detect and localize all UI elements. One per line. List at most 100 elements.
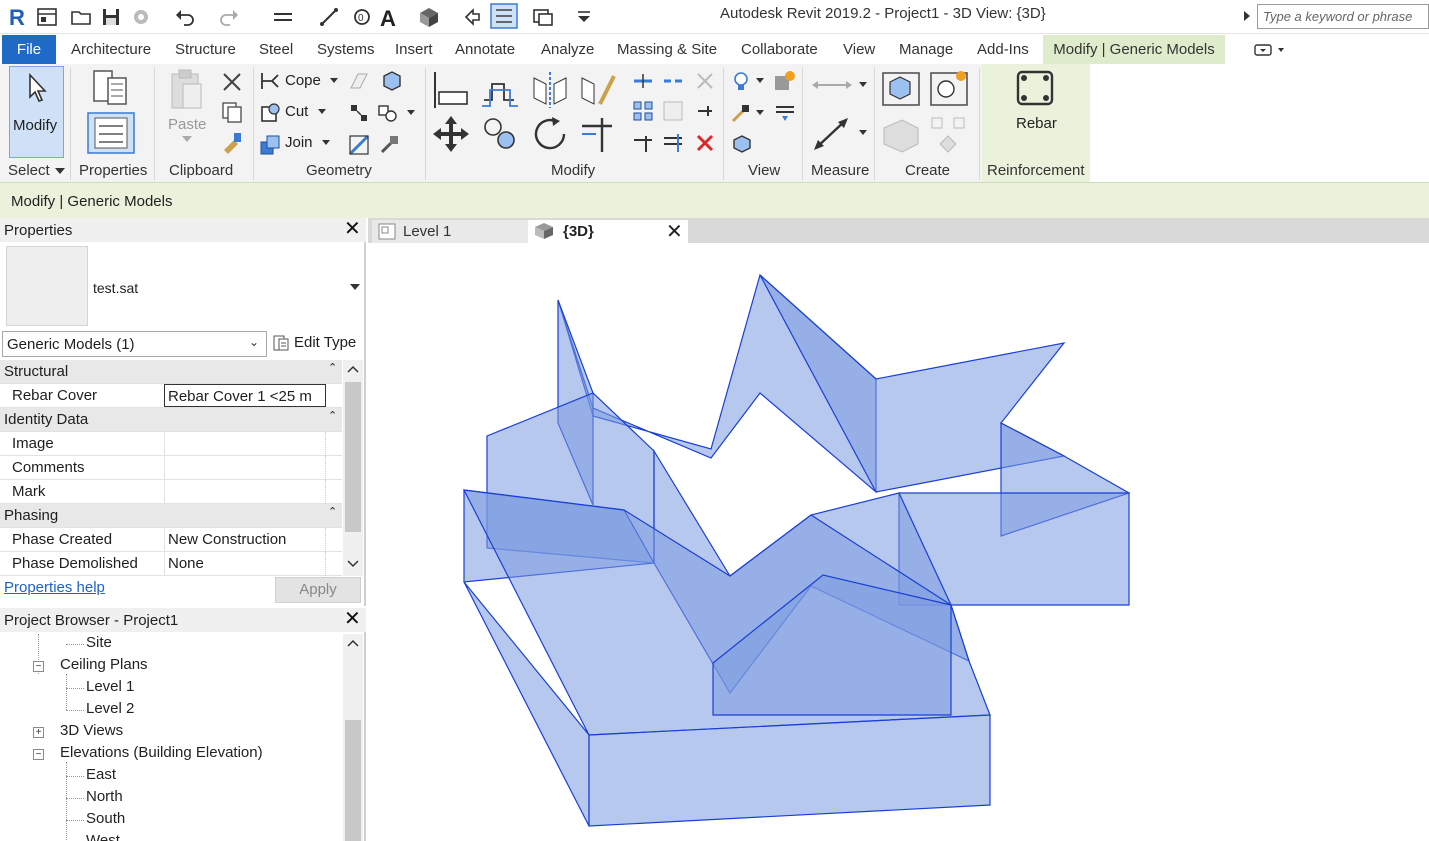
rebar-icon[interactable]: [1014, 68, 1056, 108]
tab-modify-generic-models[interactable]: Modify | Generic Models: [1043, 35, 1225, 64]
aligned-measure-dropdown-icon[interactable]: [859, 130, 867, 135]
create-parts-icon[interactable]: [928, 68, 970, 108]
text-icon[interactable]: A: [378, 6, 400, 28]
scroll-up-icon[interactable]: [347, 639, 359, 647]
override-graphics-icon[interactable]: [772, 70, 796, 94]
remove-paint-icon[interactable]: [378, 134, 400, 156]
join-icon[interactable]: [259, 134, 281, 156]
collapse-icon[interactable]: ⌃: [328, 361, 337, 374]
align-icon[interactable]: [431, 70, 471, 110]
tab-annotate[interactable]: Annotate: [455, 35, 515, 64]
move-icon[interactable]: [431, 114, 471, 154]
properties-scrollbar[interactable]: [343, 360, 363, 576]
tab-add-ins[interactable]: Add-Ins: [977, 35, 1029, 64]
trim-multiple-icon[interactable]: [662, 132, 684, 154]
properties-help-link[interactable]: Properties help: [4, 579, 105, 596]
cope-icon[interactable]: [259, 70, 281, 92]
scrollbar-thumb[interactable]: [345, 382, 361, 532]
generic-model-geometry[interactable]: [368, 243, 1429, 841]
aligned-measure-icon[interactable]: [810, 114, 854, 154]
cut-geometry-icon[interactable]: [259, 102, 281, 124]
tree-item-ceiling-level-2[interactable]: Level 2: [86, 700, 134, 717]
scroll-down-icon[interactable]: [347, 560, 359, 568]
split-with-gap-icon[interactable]: [662, 70, 684, 92]
rebar-label[interactable]: Rebar: [1016, 115, 1057, 132]
group-identity-data[interactable]: Identity Data ⌃: [0, 408, 342, 432]
tree-item-ceiling-plans[interactable]: Ceiling Plans: [60, 656, 148, 673]
linework-brush-icon[interactable]: [730, 102, 752, 124]
home-grid-icon[interactable]: [36, 6, 58, 28]
cut-dropdown-icon[interactable]: [318, 109, 326, 114]
create-assembly-icon[interactable]: [880, 70, 922, 108]
close-view-icon[interactable]: ✕: [666, 219, 683, 244]
tab-insert[interactable]: Insert: [395, 35, 433, 64]
scrollbar-thumb[interactable]: [345, 720, 361, 841]
pin-icon[interactable]: [694, 100, 716, 122]
tab-view-3d[interactable]: {3D} ✕: [528, 220, 688, 243]
mirror-draw-axis-icon[interactable]: [578, 70, 618, 110]
tab-systems[interactable]: Systems: [317, 35, 375, 64]
group-phasing[interactable]: Phasing ⌃: [0, 504, 342, 528]
tab-view-level-1[interactable]: Level 1: [372, 220, 528, 243]
rotate-icon[interactable]: [530, 114, 570, 154]
scroll-up-icon[interactable]: [347, 365, 359, 373]
select-box-icon[interactable]: [730, 132, 752, 154]
join-label[interactable]: Join: [285, 134, 313, 151]
image-field[interactable]: [164, 432, 326, 456]
tab-structure[interactable]: Structure: [175, 35, 236, 64]
apply-button[interactable]: Apply: [275, 577, 361, 603]
phase-demolished-field[interactable]: None: [164, 552, 326, 576]
browser-scrollbar[interactable]: [343, 634, 363, 841]
delete-icon[interactable]: [694, 132, 716, 154]
phase-created-field[interactable]: New Construction: [164, 528, 326, 552]
wall-joins-icon[interactable]: [348, 70, 370, 92]
copy-element-icon[interactable]: [480, 114, 520, 154]
array-icon[interactable]: [632, 100, 654, 122]
revit-logo-icon[interactable]: R: [6, 5, 28, 29]
undo-icon[interactable]: [174, 6, 196, 28]
trim-extend-icon[interactable]: [578, 114, 618, 154]
section-icon[interactable]: [462, 6, 484, 28]
3d-view-canvas[interactable]: [368, 243, 1429, 841]
tab-collaborate[interactable]: Collaborate: [741, 35, 818, 64]
redo-icon[interactable]: [218, 6, 240, 28]
modify-button[interactable]: Modify: [9, 66, 64, 158]
tree-item-east[interactable]: East: [86, 766, 116, 783]
cut-scissors-icon[interactable]: [220, 70, 244, 94]
collapse-icon[interactable]: −: [33, 749, 44, 760]
tree-item-site[interactable]: Site: [86, 634, 112, 651]
cut-label[interactable]: Cut: [285, 103, 308, 120]
ribbon-minimize-icon[interactable]: [1254, 43, 1286, 57]
filter-lines-icon[interactable]: [774, 102, 796, 124]
demolish-icon[interactable]: [348, 102, 370, 124]
type-selector-dropdown-icon[interactable]: [350, 284, 360, 290]
collapse-icon[interactable]: ⌃: [328, 409, 337, 422]
rebar-cover-field[interactable]: Rebar Cover 1 <25 m: [164, 384, 326, 407]
type-properties-icon[interactable]: [90, 68, 132, 108]
cope-label[interactable]: Cope: [285, 72, 321, 89]
open-folder-icon[interactable]: [70, 6, 92, 28]
tree-item-north[interactable]: North: [86, 788, 123, 805]
collapse-icon[interactable]: −: [33, 661, 44, 672]
save-icon[interactable]: [100, 6, 122, 28]
measure-between-icon[interactable]: [810, 74, 854, 96]
tab-manage[interactable]: Manage: [899, 35, 953, 64]
type-selector-name[interactable]: test.sat: [93, 280, 138, 296]
properties-close-icon[interactable]: ✕: [344, 219, 361, 239]
split-face-icon[interactable]: [380, 70, 402, 92]
sync-icon[interactable]: [130, 6, 152, 28]
select-dropdown-icon[interactable]: [55, 168, 65, 174]
measure-icon[interactable]: [272, 6, 294, 28]
match-properties-icon[interactable]: [220, 130, 244, 154]
thin-lines-icon[interactable]: [490, 3, 518, 29]
tree-item-ceiling-level-1[interactable]: Level 1: [86, 678, 134, 695]
tab-view[interactable]: View: [843, 35, 875, 64]
hide-dropdown-icon[interactable]: [756, 78, 764, 83]
offset-icon[interactable]: [480, 70, 520, 110]
linework-dropdown-icon[interactable]: [756, 110, 764, 115]
join-dropdown-icon[interactable]: [322, 140, 330, 145]
customize-qat-icon[interactable]: [574, 6, 596, 28]
split-element-icon[interactable]: [632, 70, 654, 92]
tab-steel[interactable]: Steel: [259, 35, 293, 64]
edit-type-button[interactable]: Edit Type: [272, 332, 360, 356]
